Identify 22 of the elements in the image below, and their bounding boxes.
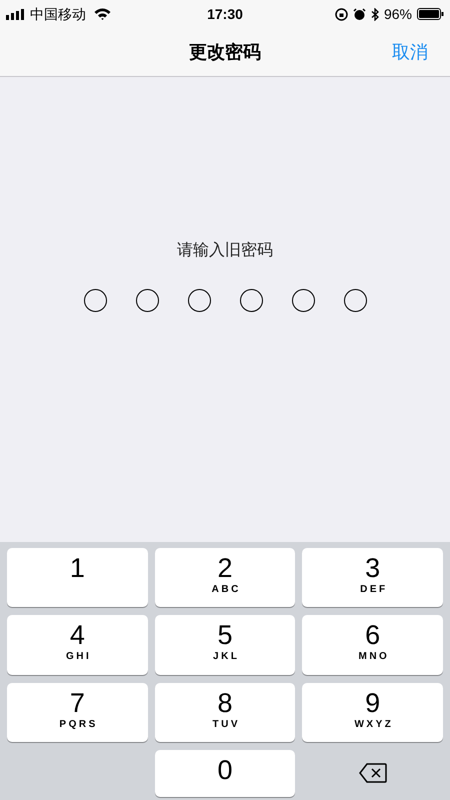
nav-title: 更改密码 [189, 40, 261, 64]
keypad-key[interactable]: 0 [154, 750, 296, 797]
carrier-name: 中国移动 [30, 4, 86, 24]
passcode-prompt: 请输入旧密码 [177, 240, 273, 261]
keypad-key[interactable]: 8 TUV [154, 682, 296, 742]
battery-percent: 96% [384, 4, 412, 24]
bluetooth-icon [370, 8, 379, 20]
signal-icon [6, 8, 26, 20]
alarm-icon [352, 8, 366, 20]
wifi-icon [94, 8, 111, 20]
keypad-key[interactable]: 5 JKL [154, 615, 296, 674]
keypad-key[interactable]: 3 DEF [302, 548, 443, 608]
rotation-lock-icon [334, 8, 348, 20]
status-time: 17:30 [207, 4, 243, 24]
keypad-key[interactable]: 6 MNO [302, 615, 443, 674]
keypad-key[interactable]: 7 PQRS [7, 682, 148, 742]
keypad-key[interactable]: 9 WXYZ [302, 682, 443, 742]
keypad-key[interactable]: 2 ABC [154, 548, 296, 608]
keypad-key[interactable]: 1 [7, 548, 148, 608]
battery-icon [417, 8, 444, 20]
keypad-key[interactable]: 4 GHI [7, 615, 148, 674]
backspace-icon [358, 763, 387, 784]
